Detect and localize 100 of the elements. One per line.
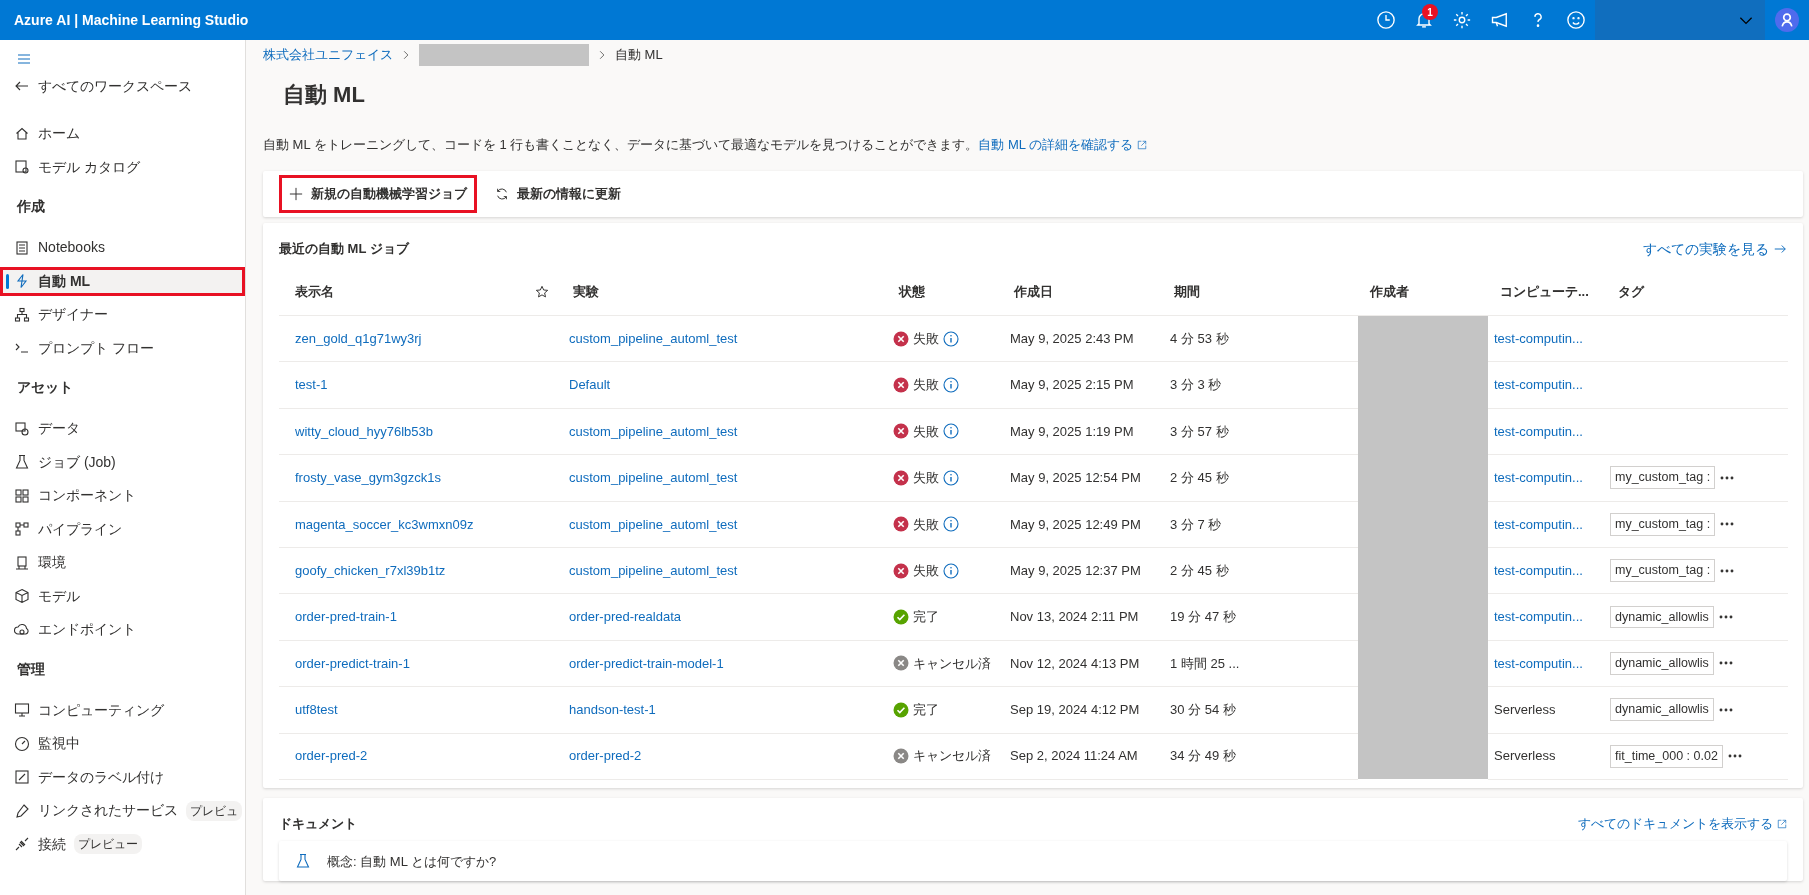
compute-link[interactable]: test-computin...: [1494, 470, 1583, 486]
experiment-link[interactable]: custom_pipeline_automl_test: [569, 470, 738, 486]
table-cell: May 9, 2025 2:43 PM: [1002, 315, 1162, 362]
nav-item[interactable]: モデル: [0, 581, 245, 611]
status-text: キャンセル済: [913, 654, 991, 673]
preview-badge: プレビュー: [74, 834, 142, 855]
app-title: Azure AI | Machine Learning Studio: [13, 10, 249, 30]
section-title: ドキュメント: [279, 814, 357, 833]
cube-icon: [14, 588, 30, 605]
nav-item[interactable]: プロンプト フロー: [0, 333, 245, 363]
job-name-link[interactable]: order-predict-train-1: [295, 655, 410, 671]
compute-link[interactable]: test-computin...: [1494, 377, 1583, 393]
nav-item[interactable]: リンクされたサービス プレビュ: [0, 796, 245, 826]
experiment-link[interactable]: order-predict-train-model-1: [569, 655, 724, 671]
table-cell: Sep 2, 2024 11:24 AM: [1002, 733, 1162, 780]
nav-item[interactable]: ホーム: [0, 119, 245, 149]
column-header[interactable]: 実験: [561, 267, 887, 316]
table-cell: May 9, 2025 12:54 PM: [1002, 454, 1162, 502]
nav-item[interactable]: データ: [0, 414, 245, 444]
compute-link[interactable]: test-computin...: [1494, 609, 1583, 625]
compute-link[interactable]: test-computin...: [1494, 516, 1583, 532]
nav-item[interactable]: パイプライン: [0, 514, 245, 544]
status-text: 失敗: [913, 422, 939, 441]
description-text: 自動 ML をトレーニングして、コードを 1 行も書くことなく、データに基づいて最適なモデルを見つけることができます。: [263, 136, 979, 154]
view-all-documents-link[interactable]: すべてのドキュメントを表示する: [1578, 813, 1787, 834]
nav-item[interactable]: 環境: [0, 548, 245, 578]
megaphone-icon[interactable]: [1490, 10, 1510, 30]
table-cell: 2 分 45 秒: [1162, 547, 1358, 594]
compute-link[interactable]: test-computin...: [1494, 330, 1583, 346]
learn-more-link[interactable]: 自動 ML の詳細を確認する: [978, 135, 1148, 155]
clock-icon[interactable]: [1376, 10, 1396, 30]
view-all-experiments-link[interactable]: すべての実験を見る: [1643, 238, 1787, 260]
nav-item[interactable]: 自動 ML: [0, 266, 245, 296]
status-text: 完了: [913, 608, 939, 627]
nav-item[interactable]: デザイナー: [0, 300, 245, 330]
job-name-link[interactable]: witty_cloud_hyy76lb53b: [295, 423, 434, 439]
nav-item[interactable]: 接続 プレビュー: [0, 829, 245, 859]
job-name-link[interactable]: utf8test: [295, 702, 338, 718]
status-text: 失敗: [913, 376, 939, 395]
tag-chip: my_custom_tag :: [1610, 512, 1716, 536]
table-cell: May 9, 2025 1:19 PM: [1002, 408, 1162, 455]
job-name-link[interactable]: magenta_soccer_kc3wmxn09z: [295, 516, 474, 532]
section-title: 最近の自動 ML ジョブ: [279, 240, 409, 259]
info-icon[interactable]: [943, 377, 959, 394]
column-header[interactable]: 作成日: [1002, 267, 1162, 316]
experiment-link[interactable]: order-pred-realdata: [569, 609, 681, 625]
column-header[interactable]: 表示名: [279, 267, 523, 316]
experiment-link[interactable]: custom_pipeline_automl_test: [569, 516, 738, 532]
column-header[interactable]: コンピューテ...: [1488, 267, 1606, 316]
info-icon[interactable]: [943, 423, 959, 440]
experiment-link[interactable]: Default: [569, 377, 611, 393]
smiley-icon[interactable]: [1566, 10, 1586, 30]
avatar-icon[interactable]: [1775, 8, 1799, 32]
job-name-link[interactable]: goofy_chicken_r7xl39b1tz: [295, 562, 446, 578]
experiment-link[interactable]: custom_pipeline_automl_test: [569, 562, 738, 578]
star-icon[interactable]: [535, 285, 549, 300]
new-job-button[interactable]: 新規の自動機械学習ジョブ: [279, 174, 477, 213]
compute-link[interactable]: test-computin...: [1494, 562, 1583, 578]
breadcrumb-link[interactable]: 株式会社ユニフェイス: [263, 45, 393, 65]
job-name-link[interactable]: order-pred-train-1: [295, 609, 397, 625]
job-name-link[interactable]: order-pred-2: [295, 748, 368, 764]
flask-icon: [295, 853, 311, 870]
job-name-link[interactable]: zen_gold_q1g71wy3rj: [295, 330, 422, 346]
experiment-link[interactable]: order-pred-2: [569, 748, 642, 764]
hierarchy-icon: [14, 306, 30, 323]
job-name-link[interactable]: test-1: [295, 377, 328, 393]
preview-badge: プレビュ: [186, 800, 242, 821]
experiment-link[interactable]: custom_pipeline_automl_test: [569, 423, 738, 439]
experiment-link[interactable]: custom_pipeline_automl_test: [569, 330, 738, 346]
nav-item[interactable]: Notebooks: [0, 233, 245, 263]
table-cell: May 9, 2025 2:15 PM: [1002, 361, 1162, 409]
column-header[interactable]: 状態: [887, 267, 1002, 316]
status-text: 完了: [913, 701, 939, 720]
column-header[interactable]: 期間: [1162, 267, 1358, 316]
experiment-link[interactable]: handson-test-1: [569, 702, 656, 718]
info-icon[interactable]: [943, 562, 959, 579]
info-icon[interactable]: [943, 469, 959, 486]
nav-item[interactable]: エンドポイント: [0, 615, 245, 645]
nav-item[interactable]: コンポーネント: [0, 481, 245, 511]
nav-item[interactable]: コンピューティング: [0, 695, 245, 725]
job-name-link[interactable]: frosty_vase_gym3gzck1s: [295, 470, 441, 486]
tag-chip: fit_time_000 : 0.02: [1610, 744, 1723, 768]
nav-item[interactable]: 監視中: [0, 729, 245, 759]
gauge-icon: [14, 735, 30, 752]
grid-icon: [14, 487, 30, 504]
nav-item[interactable]: ジョブ (Job): [0, 447, 245, 477]
nav-item[interactable]: すべてのワークスペース: [0, 71, 245, 101]
column-header[interactable]: 作成者: [1358, 267, 1488, 316]
compute-link[interactable]: test-computin...: [1494, 655, 1583, 671]
page-title: 自動 ML: [283, 81, 366, 109]
compute-link[interactable]: test-computin...: [1494, 423, 1583, 439]
arrow-right-icon: [1773, 242, 1787, 256]
table-cell: 19 分 47 秒: [1162, 593, 1358, 641]
status-text: 失敗: [913, 469, 939, 488]
document-item[interactable]: 概念: 自動 ML とは何ですか?: [279, 841, 1787, 882]
column-header[interactable]: タグ: [1606, 267, 1788, 316]
info-icon[interactable]: [943, 516, 959, 533]
info-icon[interactable]: [943, 330, 959, 347]
nav-item[interactable]: データのラベル付け: [0, 762, 245, 792]
nav-item[interactable]: モデル カタログ: [0, 152, 245, 182]
